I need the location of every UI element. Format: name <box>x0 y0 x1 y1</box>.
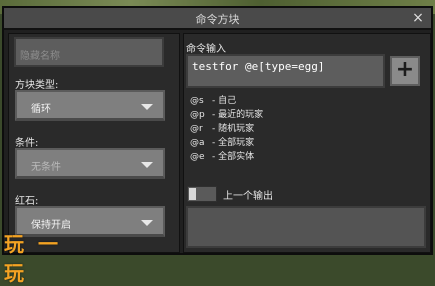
previous-output-box <box>186 206 426 248</box>
condition-label: 条件: <box>15 138 39 149</box>
help-row: @r - 随机玩家 <box>190 124 255 134</box>
help-row: @s - 自己 <box>190 96 237 106</box>
watermark-logo: 玩一玩 <box>4 232 72 285</box>
right-panel: 命令输入 testfor @e[type=egg] + @s - 自己 @p - 最… <box>183 33 431 253</box>
previous-output-label: 上一个输出 <box>223 191 273 202</box>
block-type-label: 方块类型: <box>15 80 59 91</box>
block-type-dropdown[interactable]: 循环 <box>15 90 165 121</box>
toggle-knob <box>189 188 196 200</box>
window-title: 命令方块 <box>195 13 240 26</box>
block-name-input[interactable]: 隐藏名称 <box>14 37 164 67</box>
add-command-button[interactable]: + <box>390 56 420 86</box>
condition-value: 无条件 <box>31 162 61 173</box>
command-input-label: 命令输入 <box>186 44 226 55</box>
help-row: @p - 最近的玩家 <box>190 110 264 120</box>
chevron-down-icon <box>141 220 153 226</box>
chevron-down-icon <box>141 104 153 110</box>
command-block-window: 命令方块 × 隐藏名称 方块类型: 循环 条件: 无条件 红石: 保持开启 命令… <box>2 6 433 255</box>
chevron-down-icon <box>141 162 153 168</box>
help-row: @e - 全部实体 <box>190 152 255 162</box>
command-input[interactable]: testfor @e[type=egg] <box>186 54 385 88</box>
previous-output-toggle[interactable] <box>187 186 217 202</box>
left-panel: 隐藏名称 方块类型: 循环 条件: 无条件 红石: 保持开启 <box>8 33 180 253</box>
condition-dropdown[interactable]: 无条件 <box>15 148 165 179</box>
close-button[interactable]: × <box>409 10 427 26</box>
title-bar: 命令方块 × <box>4 8 431 30</box>
redstone-label: 红石: <box>15 196 39 207</box>
selector-help-list: @s - 自己 @p - 最近的玩家 @r - 随机玩家 @a - 全部玩家 @e - 全… <box>190 94 263 164</box>
block-type-value: 循环 <box>31 104 51 115</box>
help-row: @a - 全部玩家 <box>190 138 255 148</box>
